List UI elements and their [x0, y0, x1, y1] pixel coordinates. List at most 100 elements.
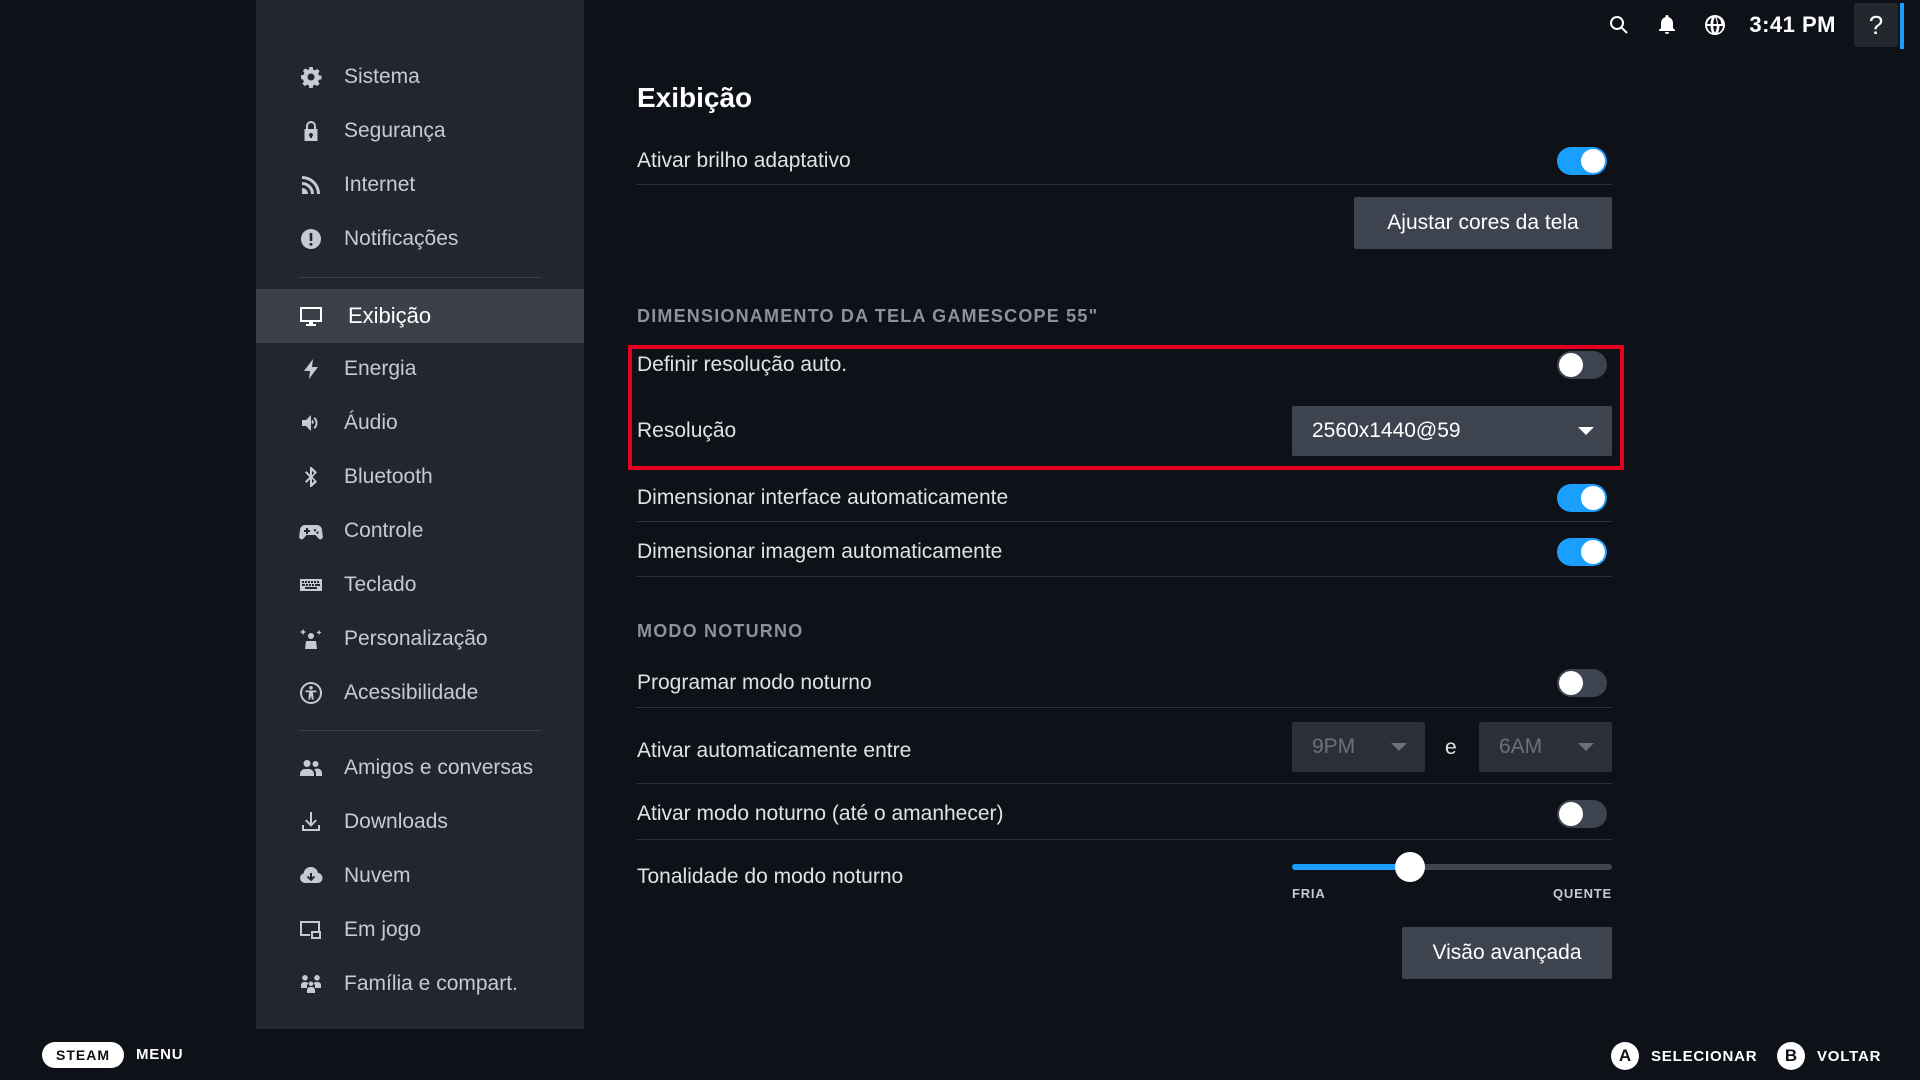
wifi-icon	[298, 172, 324, 198]
slider-thumb[interactable]	[1395, 852, 1425, 882]
ingame-icon	[298, 917, 324, 943]
download-icon	[298, 809, 324, 835]
select-hint[interactable]: A SELECIONAR	[1611, 1042, 1757, 1070]
sparkle-icon	[298, 626, 324, 652]
keyboard-icon	[298, 572, 324, 598]
gamepad-icon	[298, 518, 324, 544]
toggle-knob	[1559, 801, 1583, 826]
auto-scale-ui-row[interactable]: Dimensionar interface automaticamente	[637, 474, 1612, 522]
sidebar-item-label: Em jogo	[344, 918, 422, 941]
lock-icon	[298, 118, 324, 144]
top-bar: 3:41 PM ?	[1595, 0, 1920, 50]
sidebar-divider	[298, 730, 542, 731]
advanced-view-button[interactable]: Visão avançada	[1402, 927, 1612, 979]
bell-icon[interactable]	[1643, 0, 1691, 50]
schedule-night-label: Programar modo noturno	[637, 670, 872, 694]
sidebar-item-controle[interactable]: Controle	[256, 504, 584, 558]
toggle-knob	[1581, 485, 1605, 510]
sidebar-item-energia[interactable]: Energia	[256, 342, 584, 396]
sidebar-item-nuvem[interactable]: Nuvem	[256, 849, 584, 903]
sidebar-item-downloads[interactable]: Downloads	[256, 795, 584, 849]
chevron-down-icon	[1391, 743, 1407, 751]
sidebar-item-label: Downloads	[344, 810, 448, 833]
sidebar-item-internet[interactable]: Internet	[256, 158, 584, 212]
menu-label: MENU	[136, 1046, 184, 1063]
bottom-bar: STEAM MENU A SELECIONAR B VOLTAR	[0, 1029, 1920, 1080]
help-button[interactable]: ?	[1854, 3, 1904, 49]
auto-scale-image-label: Dimensionar imagem automaticamente	[637, 539, 1003, 563]
adaptive-brightness-toggle[interactable]	[1557, 146, 1607, 175]
slider-fill	[1292, 864, 1410, 870]
gear-icon	[298, 64, 324, 90]
sidebar-item-amigos[interactable]: Amigos e conversas	[256, 741, 584, 795]
sidebar-item-em-jogo[interactable]: Em jogo	[256, 903, 584, 957]
back-label: VOLTAR	[1817, 1047, 1882, 1065]
sidebar-item-teclado[interactable]: Teclado	[256, 558, 584, 612]
sidebar-item-familia[interactable]: Família e compart.	[256, 957, 584, 1011]
sidebar-item-bluetooth[interactable]: Bluetooth	[256, 450, 584, 504]
chevron-down-icon	[1578, 743, 1594, 751]
sidebar-item-label: Segurança	[344, 119, 446, 142]
scaling-section-heading: DIMENSIONAMENTO DA TELA GAMESCOPE 55"	[637, 306, 1099, 326]
sidebar-item-label: Amigos e conversas	[344, 756, 534, 779]
back-hint[interactable]: B VOLTAR	[1777, 1042, 1881, 1070]
sidebar-item-label: Família e compart.	[344, 972, 518, 995]
sidebar-item-notificacoes[interactable]: Notificações	[256, 212, 584, 266]
adjust-colors-button[interactable]: Ajustar cores da tela	[1354, 197, 1612, 249]
auto-scale-image-row[interactable]: Dimensionar imagem automaticamente	[637, 527, 1612, 577]
steam-button[interactable]: STEAM	[42, 1041, 124, 1068]
end-time-dropdown[interactable]: 6AM	[1479, 722, 1612, 772]
sidebar-item-label: Internet	[344, 173, 416, 196]
night-mode-section-heading: MODO NOTURNO	[637, 621, 804, 641]
toggle-knob	[1581, 148, 1605, 173]
adaptive-brightness-label: Ativar brilho adaptativo	[637, 148, 851, 172]
night-until-dawn-row[interactable]: Ativar modo noturno (até o amanhecer)	[637, 788, 1612, 840]
end-time-value: 6AM	[1499, 735, 1543, 758]
sidebar-item-label: Nuvem	[344, 864, 411, 887]
globe-icon[interactable]	[1691, 0, 1739, 50]
schedule-night-row[interactable]: Programar modo noturno	[637, 658, 1612, 708]
sidebar-item-exibicao[interactable]: Exibição	[256, 289, 584, 343]
sidebar-item-acessibilidade[interactable]: Acessibilidade	[256, 666, 584, 720]
auto-between-row: Ativar automaticamente entre 9PM e 6AM	[637, 718, 1612, 784]
sidebar-item-label: Notificações	[344, 227, 459, 250]
settings-sidebar: Sistema Segurança Internet Notificações …	[256, 0, 584, 1029]
start-time-value: 9PM	[1312, 735, 1356, 758]
night-until-dawn-label: Ativar modo noturno (até o amanhecer)	[637, 801, 1004, 825]
auto-scale-ui-label: Dimensionar interface automaticamente	[637, 485, 1009, 509]
between-conjunction: e	[1445, 736, 1457, 759]
b-button-icon: B	[1777, 1042, 1805, 1070]
auto-between-label: Ativar automaticamente entre	[637, 738, 912, 762]
search-icon[interactable]	[1595, 0, 1643, 50]
toggle-knob	[1581, 539, 1605, 564]
alert-icon	[298, 226, 324, 252]
monitor-icon	[298, 303, 324, 329]
sidebar-item-label: Energia	[344, 357, 417, 380]
clock: 3:41 PM	[1749, 12, 1836, 37]
sidebar-item-sistema[interactable]: Sistema	[256, 50, 584, 104]
help-label: ?	[1868, 9, 1884, 40]
speaker-icon	[298, 410, 324, 436]
schedule-night-toggle[interactable]	[1557, 668, 1607, 697]
sidebar-item-audio[interactable]: Áudio	[256, 396, 584, 450]
night-tint-label: Tonalidade do modo noturno	[637, 865, 904, 888]
sidebar-item-label: Controle	[344, 519, 424, 542]
select-label: SELECIONAR	[1651, 1047, 1758, 1065]
sidebar-item-label: Áudio	[344, 411, 398, 434]
adaptive-brightness-row[interactable]: Ativar brilho adaptativo	[637, 137, 1612, 185]
auto-scale-ui-toggle[interactable]	[1557, 483, 1607, 512]
auto-scale-image-toggle[interactable]	[1557, 537, 1607, 566]
sidebar-item-seguranca[interactable]: Segurança	[256, 104, 584, 158]
start-time-dropdown[interactable]: 9PM	[1292, 722, 1425, 772]
page-title: Exibição	[637, 82, 753, 113]
lightning-icon	[298, 356, 324, 382]
night-until-dawn-toggle[interactable]	[1557, 799, 1607, 828]
sidebar-item-label: Personalização	[344, 627, 488, 650]
cloud-icon	[298, 863, 324, 889]
sidebar-item-personalizacao[interactable]: Personalização	[256, 612, 584, 666]
slider-min-label: FRIA	[1292, 886, 1326, 901]
sidebar-divider	[298, 277, 542, 278]
sidebar-item-label: Acessibilidade	[344, 681, 479, 704]
sidebar-item-label: Bluetooth	[344, 465, 433, 488]
friends-icon	[298, 755, 324, 781]
